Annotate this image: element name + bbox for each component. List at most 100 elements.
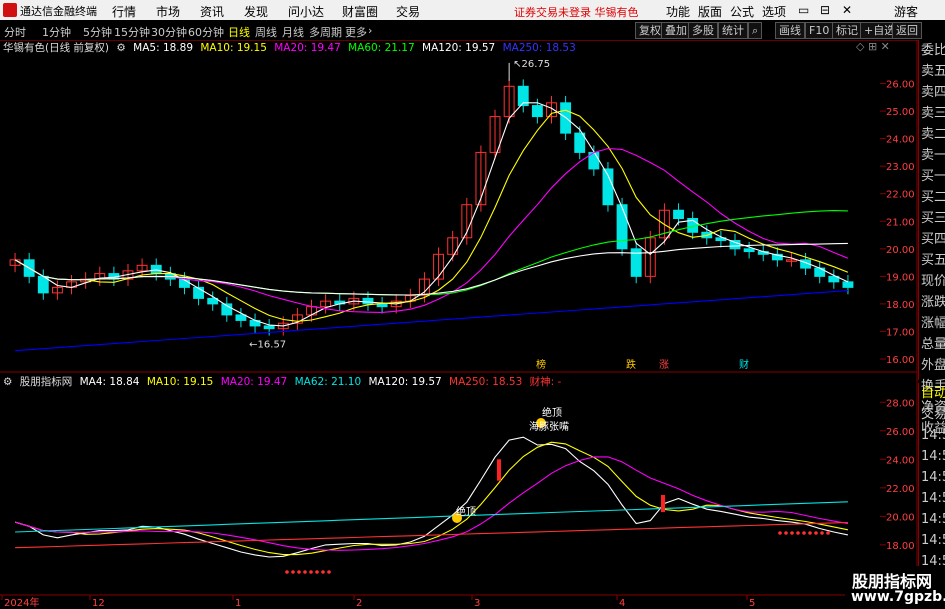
signal-dot: [808, 531, 812, 535]
candle-body: [616, 204, 628, 250]
candle-body: [673, 209, 684, 220]
y-tick-label: 19.00: [886, 272, 915, 283]
trade-time: 交易: [921, 407, 945, 422]
candle-body: [263, 325, 275, 330]
signal-dot: [285, 570, 289, 574]
signal-dot: [784, 531, 788, 535]
quote-row: 涨跌: [921, 295, 945, 310]
quote-row: 卖一: [921, 148, 945, 163]
y-tick-label: 16.00: [886, 355, 915, 366]
x-tick-label: 2024年: [4, 596, 39, 609]
trade-time: 14:56: [921, 491, 945, 506]
candle-body: [842, 281, 854, 288]
signal-dot: [321, 570, 325, 574]
low-label: ←16.57: [249, 339, 286, 350]
ma250-line: [15, 290, 848, 352]
candle-body: [743, 248, 755, 253]
y-tick-label: 20.00: [886, 245, 915, 256]
lower-y-tick-label: 26.00: [886, 427, 915, 438]
candle-body: [193, 286, 205, 299]
signal-dot: [802, 531, 806, 535]
quote-row: 买四: [921, 232, 945, 247]
ma10-line: [14, 109, 849, 322]
candle-body: [362, 297, 374, 305]
x-tick-label: 12: [92, 598, 105, 609]
y-tick-label: 24.00: [886, 135, 915, 146]
kline-chart[interactable]: 26.00 25.00 24.00 23.00 22.00 21.00 20.00 19.00…: [0, 0, 945, 609]
signal-bar: [497, 459, 501, 481]
ma120-line: [14, 242, 848, 296]
y-tick-label: 21.00: [886, 217, 915, 228]
x-tick-label: 1: [235, 598, 241, 609]
ma60-line: [14, 210, 848, 296]
trade-time: 14:56: [921, 470, 945, 485]
quote-row: 卖四: [921, 85, 945, 100]
quote-row: 总量: [921, 337, 945, 352]
signal-dot: [315, 570, 319, 574]
high-label: ↖26.75: [513, 59, 550, 70]
candle-body: [574, 132, 586, 153]
ma20-line: [14, 147, 849, 313]
trade-time: 14:55: [921, 449, 945, 464]
lower-y-tick-label: 18.00: [886, 541, 915, 552]
candle-body: [376, 303, 388, 308]
quote-row: 卖五: [921, 64, 945, 79]
lower-y-tick-label: 20.00: [886, 512, 915, 523]
quote-row: 委比: [921, 43, 945, 58]
signal-dot: [814, 531, 818, 535]
signal-dot: [796, 531, 800, 535]
lower-ma10-line: [14, 441, 849, 556]
candle-body: [729, 240, 741, 250]
y-tick-label: 22.00: [886, 190, 915, 201]
signal-dot: [327, 570, 331, 574]
quote-row: 卖三: [921, 106, 945, 121]
signal-bar: [661, 494, 665, 513]
x-tick-label: 2: [356, 598, 362, 609]
signal-dot: [291, 570, 295, 574]
x-tick-label: 4: [619, 598, 625, 609]
y-tick-label: 23.00: [886, 162, 915, 173]
lower-y-tick-label: 24.00: [886, 455, 915, 466]
quote-sidebar: 委比 卖五 卖四 卖三 卖二 卖一 买一 买二 买三 买四 买五 现价 涨跌 涨幅 总量 外盘 换手 净资 收益: [918, 40, 945, 436]
signal-dot: [790, 531, 794, 535]
trade-time: 14:56: [921, 512, 945, 527]
lower-ma62-line: [15, 501, 848, 533]
event-marker: 财: [739, 358, 749, 371]
trade-time: 14:56: [921, 533, 945, 548]
watermark-url: www.7gpzb.com: [851, 589, 945, 605]
event-marker: 榜: [536, 358, 546, 371]
quote-row: 买二: [921, 190, 945, 205]
signal-dot: [820, 531, 824, 535]
signal-label: 绝顶: [542, 406, 562, 419]
quote-row: 外盘: [921, 358, 945, 373]
quote-row: 现价: [921, 274, 945, 289]
quote-row: 买一: [921, 169, 945, 184]
watermark: 股朋指标网 www.7gpzb.com: [845, 566, 945, 609]
candle-body: [235, 314, 247, 321]
lower-y-tick-label: 22.00: [886, 484, 915, 495]
quote-row: 涨幅: [921, 316, 945, 331]
signal-dot: [303, 570, 307, 574]
x-tick-label: 5: [749, 598, 755, 609]
trade-time: 14:55: [921, 428, 945, 443]
lower-ma20-line: [14, 456, 848, 551]
y-tick-label: 26.00: [886, 80, 915, 91]
signal-dot: [778, 531, 782, 535]
lower-y-tick-label: 28.00: [886, 398, 915, 409]
y-tick-label: 25.00: [886, 107, 915, 118]
quote-row: 买五: [921, 253, 945, 268]
quote-row: 买三: [921, 211, 945, 226]
signal-label: 绝顶: [456, 505, 476, 518]
y-tick-label: 18.00: [886, 300, 915, 311]
trade-sidebar: 自动交易14:5514:5514:5614:5614:5614:5614:561…: [918, 383, 945, 590]
event-marker: 涨: [659, 359, 669, 371]
y-tick-label: 17.00: [886, 327, 915, 338]
event-marker: 跌: [626, 358, 636, 371]
candle-body: [531, 105, 543, 118]
signal-dot: [826, 531, 830, 535]
signal-dot: [309, 570, 313, 574]
x-tick-label: 3: [474, 598, 480, 609]
quote-row: 卖二: [921, 127, 945, 142]
signal-label: 海豚张嘴: [529, 420, 569, 433]
auto-trade-label: 自动: [921, 386, 945, 401]
